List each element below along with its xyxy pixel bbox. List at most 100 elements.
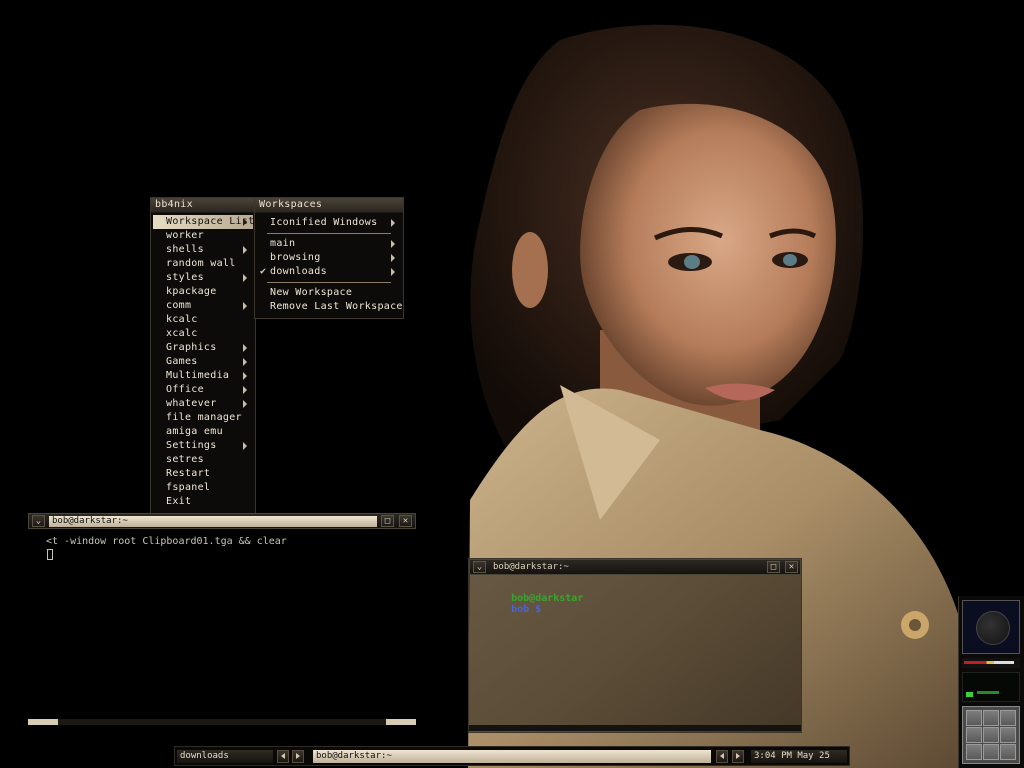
next-workspace-button[interactable] [292,750,304,763]
submenu-arrow-icon [243,400,247,408]
menu-item-worker[interactable]: worker [153,229,253,243]
next-window-button[interactable] [732,750,744,763]
menu-item-amiga-emu[interactable]: amiga emu [153,425,253,439]
pager-cell[interactable] [983,727,999,743]
menu-item-label: Exit [166,496,192,507]
pager-cell[interactable] [966,727,982,743]
shell-prompt: bob@darkstar bob $ [487,582,583,626]
menu-item-whatever[interactable]: whatever [153,397,253,411]
arrow-left-icon [281,753,285,759]
menu-item-iconified-windows[interactable]: Iconified Windows [257,216,401,230]
root-menu: bb4nix Workspace List worker shells random … [150,197,256,514]
prev-workspace-button[interactable] [277,750,289,763]
arrow-right-icon [736,753,740,759]
text-cursor [47,549,53,560]
menu-item-comm[interactable]: comm [153,299,253,313]
pager-cell[interactable] [1000,710,1016,726]
moon-icon [976,611,1010,645]
terminal-window-2[interactable]: ⌄ bob@darkstar:~ □ ✕ bob@darkstar bob $ [468,558,802,733]
submenu-arrow-icon [243,302,247,310]
moon-phase-dockapp[interactable] [962,600,1020,654]
workspace-pager[interactable] [962,706,1020,764]
workspace-item-browsing[interactable]: browsing [257,251,401,265]
terminal-window-1[interactable]: ⌄ bob@darkstar:~ □ ✕ <t -window root Cli… [28,513,416,727]
menu-item-exit[interactable]: Exit [153,495,253,509]
menu-item-new-workspace[interactable]: New Workspace [257,286,401,300]
menu-item-label: fspanel [166,482,211,493]
activity-led [966,692,973,697]
menu-item-remove-last-workspace[interactable]: Remove Last Workspace [257,300,403,314]
window-title: bob@darkstar:~ [493,562,569,572]
menu-item-label: random wall [166,258,236,269]
load-meter-dockapp[interactable] [962,658,1020,668]
workspace-item-downloads[interactable]: ✔ downloads [257,265,401,279]
submenu-arrow-icon [243,218,247,226]
menu-item-office[interactable]: Office [153,383,253,397]
menu-item-label: browsing [270,252,321,263]
menu-item-games[interactable]: Games [153,355,253,369]
prev-window-button[interactable] [716,750,728,763]
pager-cell[interactable] [1000,744,1016,760]
menu-item-file-manager[interactable]: file manager [153,411,253,425]
menu-item-styles[interactable]: styles [153,271,253,285]
pager-cell[interactable] [1000,727,1016,743]
menu-item-setres[interactable]: setres [153,453,253,467]
workspaces-menu: Workspaces Iconified Windows main browsin… [254,197,404,319]
pager-cell[interactable] [983,744,999,760]
taskbar-window-button[interactable]: bob@darkstar:~ [313,750,711,763]
pager-cell[interactable] [983,710,999,726]
menu-item-label: comm [166,300,192,311]
menu-item-label: Remove Last Workspace [270,301,403,312]
menu-item-kcalc[interactable]: kcalc [153,313,253,327]
menu-item-settings[interactable]: Settings [153,439,253,453]
chevron-down-icon[interactable]: ⌄ [473,561,486,573]
maximize-icon[interactable]: □ [767,561,780,573]
menu-item-label: styles [166,272,204,283]
chevron-down-icon[interactable]: ⌄ [32,515,45,527]
meter-bar [964,661,1014,664]
menu-item-kpackage[interactable]: kpackage [153,285,253,299]
root-menu-items: Workspace List worker shells random wall sty… [151,213,255,513]
prompt-dir: bob $ [511,604,542,615]
menu-item-fspanel[interactable]: fspanel [153,481,253,495]
menu-item-random-wall[interactable]: random wall [153,257,253,271]
maximize-icon[interactable]: □ [381,515,394,527]
submenu-arrow-icon [243,274,247,282]
menu-item-label: New Workspace [270,287,353,298]
menu-item-graphics[interactable]: Graphics [153,341,253,355]
window-titlebar[interactable]: ⌄ bob@darkstar:~ □ ✕ [28,513,416,529]
close-icon[interactable]: ✕ [399,515,412,527]
horizontal-scrollbar[interactable] [28,719,416,725]
menu-item-label: worker [166,230,204,241]
menu-item-label: Office [166,384,204,395]
workspace-item-main[interactable]: main [257,237,401,251]
menu-item-label: file manager [166,412,242,423]
window-titlebar[interactable]: ⌄ bob@darkstar:~ □ ✕ [469,559,801,575]
menu-item-restart[interactable]: Restart [153,467,253,481]
submenu-arrow-icon [243,442,247,450]
menu-item-label: Settings [166,440,217,451]
submenu-arrow-icon [391,219,395,227]
menu-separator [267,282,391,283]
menu-item-multimedia[interactable]: Multimedia [153,369,253,383]
window-title: bob@darkstar:~ [49,516,377,527]
workspace-name[interactable]: downloads [177,750,273,763]
workspaces-menu-items: Iconified Windows main browsing ✔ downloads… [255,213,403,318]
pager-cell[interactable] [966,710,982,726]
menu-item-workspace-list[interactable]: Workspace List [153,215,254,229]
pager-cell[interactable] [966,744,982,760]
clock: 3:04 PM May 25 [751,750,847,763]
workspaces-menu-title: Workspaces [255,198,403,213]
scrollbar-left-cap [28,719,58,725]
submenu-arrow-icon [243,386,247,394]
taskbar: downloads bob@darkstar:~ 3:04 PM May 25 [174,746,850,766]
menu-separator [267,233,391,234]
terminal-output-line: <t -window root Clipboard01.tga && clear [46,536,287,547]
close-icon[interactable]: ✕ [785,561,798,573]
menu-item-label: Restart [166,468,211,479]
net-monitor-dockapp[interactable] [962,672,1020,702]
submenu-arrow-icon [243,344,247,352]
horizontal-scrollbar[interactable] [469,725,801,731]
menu-item-xcalc[interactable]: xcalc [153,327,253,341]
menu-item-shells[interactable]: shells [153,243,253,257]
